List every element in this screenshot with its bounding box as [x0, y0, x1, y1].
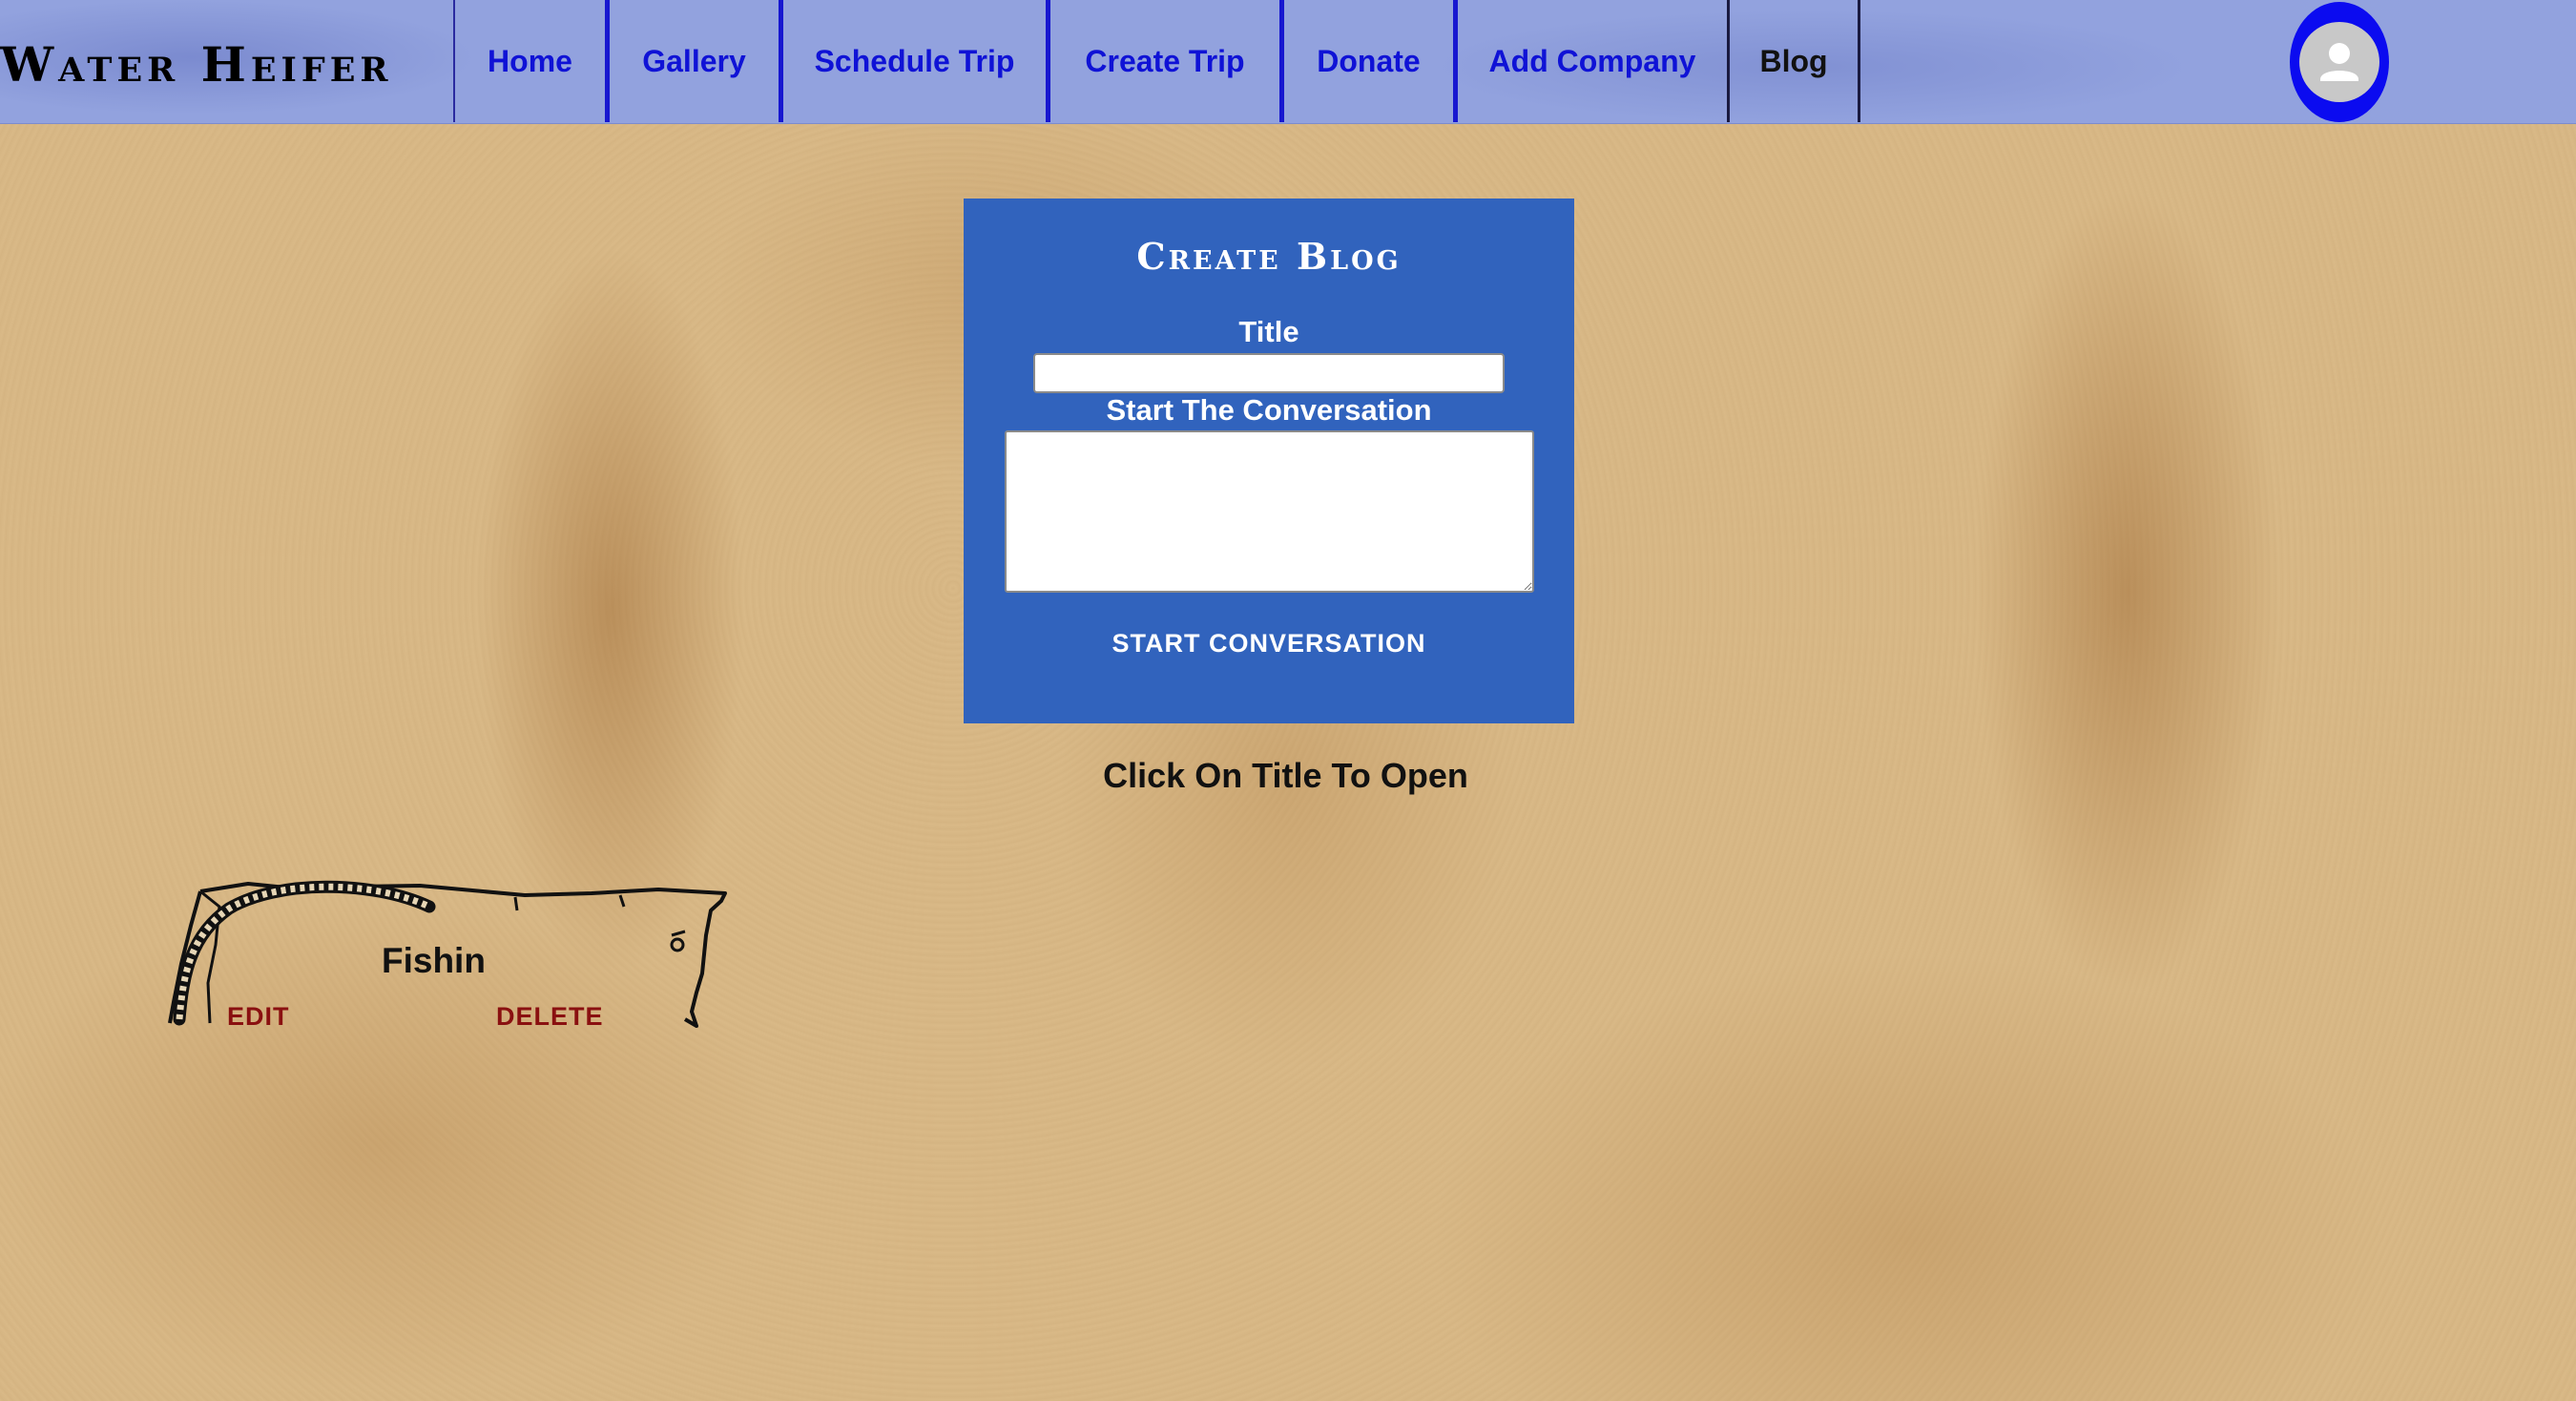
post-title-link[interactable]: Fishin: [382, 941, 572, 981]
title-input[interactable]: [1033, 353, 1505, 393]
conversation-textarea[interactable]: [1005, 430, 1534, 593]
blog-post-card: Fishin EDIT DELETE: [162, 868, 735, 1059]
nav-link-home[interactable]: Home: [455, 0, 605, 122]
open-title-hint: Click On Title To Open: [1103, 756, 1468, 795]
nav-link-create-trip[interactable]: Create Trip: [1050, 0, 1279, 122]
nav-link-gallery[interactable]: Gallery: [610, 0, 779, 122]
conversation-label: Start The Conversation: [1106, 393, 1432, 427]
brand-logo-text[interactable]: Water Heifer: [0, 36, 448, 94]
start-conversation-button[interactable]: START CONVERSATION: [1078, 615, 1460, 672]
nav-link-schedule-trip[interactable]: Schedule Trip: [783, 0, 1046, 122]
nav-link-blog[interactable]: Blog: [1730, 0, 1858, 122]
delete-post-button[interactable]: DELETE: [496, 1002, 604, 1032]
nav-divider: [1858, 0, 1860, 122]
create-blog-form: Create Blog Title Start The Conversation…: [964, 199, 1574, 723]
nav-link-donate[interactable]: Donate: [1284, 0, 1453, 122]
title-label: Title: [1238, 315, 1299, 348]
nav-link-add-company[interactable]: Add Company: [1458, 0, 1727, 122]
top-navigation-bar: Water Heifer Home Gallery Schedule Trip …: [0, 0, 2576, 124]
edit-post-button[interactable]: EDIT: [227, 1002, 290, 1032]
create-blog-heading: Create Blog: [1136, 235, 1402, 278]
user-avatar-icon: [2299, 22, 2379, 102]
profile-menu-button[interactable]: [2290, 2, 2389, 122]
